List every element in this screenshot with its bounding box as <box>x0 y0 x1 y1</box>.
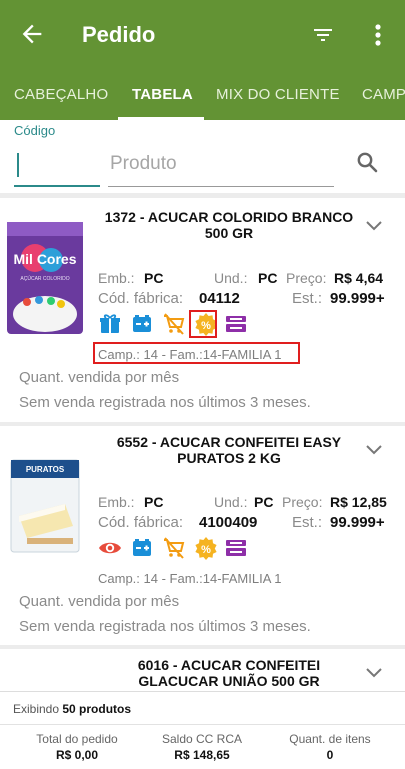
sem-venda-text: Sem venda registrada nos últimos 3 meses… <box>19 618 311 635</box>
product-icons: % <box>98 536 250 560</box>
battery-icon[interactable] <box>130 536 154 560</box>
svg-text:%: % <box>201 544 211 556</box>
quant-vendida-label: Quant. vendida por mês <box>19 369 180 386</box>
filter-icon[interactable] <box>311 23 335 47</box>
saldo-value: R$ 148,65 <box>174 748 230 762</box>
product-card[interactable]: 6016 - ACUCAR CONFEITEI GLACUCAR UNIÃO 5… <box>0 649 405 691</box>
campanha-highlight <box>93 342 300 364</box>
quant-vendida-label: Quant. vendida por mês <box>19 593 180 610</box>
product-card[interactable]: Mil Cores AÇÚCAR COLORIDO 1372 - ACUCAR … <box>0 198 405 422</box>
saldo-label: Saldo CC RCA <box>161 732 243 746</box>
svg-text:PURATOS: PURATOS <box>26 465 65 474</box>
svg-text:Mil Cores: Mil Cores <box>13 251 76 267</box>
text-caret <box>17 153 19 177</box>
order-summary-footer: Exibindo 50 produtos Total do pedido R$ … <box>0 691 405 769</box>
percent-badge-highlight <box>189 310 217 338</box>
emb-value: PC <box>144 270 164 286</box>
und-value: PC <box>258 270 278 286</box>
percent-badge-icon[interactable]: % <box>194 536 218 560</box>
chevron-down-icon[interactable] <box>365 444 383 456</box>
eye-icon[interactable] <box>98 536 122 560</box>
battery-icon[interactable] <box>130 312 154 336</box>
product-name: 1372 - ACUCAR COLORIDO BRANCO 500 GR <box>104 209 354 241</box>
gift-icon[interactable] <box>98 312 122 336</box>
estoque-value: 99.999+ <box>330 514 385 531</box>
code-label: Código <box>14 123 56 138</box>
kit-icon[interactable] <box>224 536 248 560</box>
cod-fabrica-value: 04112 <box>199 290 240 307</box>
emb-value: PC <box>144 494 164 510</box>
app-bar: Pedido <box>0 0 405 70</box>
total-pedido-value: R$ 0,00 <box>55 748 99 762</box>
arrow-back-icon[interactable] <box>18 20 46 48</box>
und-label: Und.: <box>214 494 248 510</box>
tab-cabecalho[interactable]: CABEÇALHO <box>14 86 108 103</box>
cart-off-icon[interactable] <box>162 536 186 560</box>
product-name: 6552 - ACUCAR CONFEITEI EASY PURATOS 2 K… <box>116 434 342 466</box>
estoque-value: 99.999+ <box>330 290 385 307</box>
page-title: Pedido <box>82 22 156 47</box>
preco-value: R$ 12,85 <box>330 494 387 510</box>
product-image: PURATOS <box>10 459 80 553</box>
quant-itens: Quant. de itens 0 <box>265 732 395 762</box>
code-input[interactable] <box>14 147 100 187</box>
sem-venda-text: Sem venda registrada nos últimos 3 meses… <box>19 394 311 411</box>
tab-tabela[interactable]: TABELA <box>132 86 193 103</box>
tab-bar: CABEÇALHO TABELA MIX DO CLIENTE CAMP <box>0 70 405 120</box>
quant-itens-label: Quant. de itens <box>289 732 371 746</box>
cod-fabrica-label: Cód. fábrica: <box>98 290 184 307</box>
total-pedido: Total do pedido R$ 0,00 <box>12 732 142 762</box>
cod-fabrica-label: Cód. fábrica: <box>98 514 184 531</box>
tab-campanha[interactable]: CAMP <box>362 86 405 103</box>
search-bar: Código Produto <box>0 120 405 193</box>
footer-divider <box>0 724 405 725</box>
estoque-label: Est.: <box>292 514 323 531</box>
product-placeholder: Produto <box>110 153 177 174</box>
preco-label: Preço: <box>282 494 323 510</box>
showing-prefix: Exibindo <box>13 702 60 716</box>
quant-itens-value: 0 <box>326 748 334 762</box>
search-icon[interactable] <box>355 150 379 174</box>
und-value: PC <box>254 494 274 510</box>
product-card[interactable]: PURATOS 6552 - ACUCAR CONFEITEI EASY PUR… <box>0 426 405 645</box>
chevron-down-icon[interactable] <box>365 220 383 232</box>
estoque-label: Est.: <box>292 290 323 307</box>
emb-label: Emb.: <box>98 270 135 286</box>
preco-label: Preço: <box>286 270 327 286</box>
product-image: Mil Cores AÇÚCAR COLORIDO <box>7 222 83 334</box>
product-icons: % <box>98 312 250 336</box>
chevron-down-icon[interactable] <box>365 667 383 679</box>
emb-label: Emb.: <box>98 494 135 510</box>
tab-mix-do-cliente[interactable]: MIX DO CLIENTE <box>216 86 340 103</box>
product-count: Exibindo 50 produtos <box>13 702 131 716</box>
preco-value: R$ 4,64 <box>334 270 384 286</box>
product-input[interactable]: Produto <box>108 147 334 187</box>
kit-icon[interactable] <box>224 312 248 336</box>
product-name: 6016 - ACUCAR CONFEITEI GLACUCAR UNIÃO 5… <box>137 657 321 689</box>
cart-off-icon[interactable] <box>162 312 186 336</box>
svg-text:AÇÚCAR COLORIDO: AÇÚCAR COLORIDO <box>20 275 69 282</box>
und-label: Und.: <box>214 270 248 286</box>
total-pedido-label: Total do pedido <box>36 732 118 746</box>
more-vert-icon[interactable] <box>367 20 389 50</box>
saldo-cc-rca: Saldo CC RCA R$ 148,65 <box>137 732 267 762</box>
showing-count: 50 produtos <box>62 702 132 716</box>
campanha-familia: Camp.: 14 - Fam.:14-FAMILIA 1 <box>98 571 282 586</box>
cod-fabrica-value: 4100409 <box>199 514 258 531</box>
